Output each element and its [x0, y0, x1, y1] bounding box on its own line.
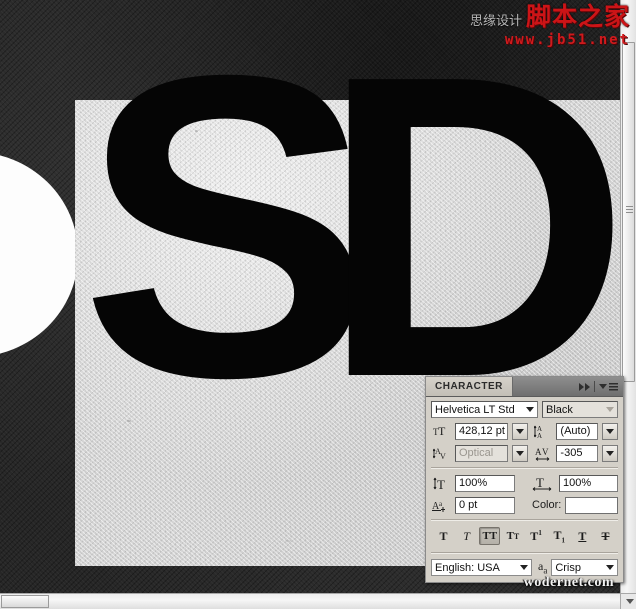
panel-divider-1 — [431, 467, 618, 469]
svg-text:T: T — [536, 476, 544, 490]
svg-text:a: a — [439, 500, 443, 508]
chevron-down-icon — [606, 450, 614, 456]
faux-italic-button[interactable]: T — [456, 527, 477, 545]
resize-grip-icon[interactable] — [626, 599, 634, 604]
faux-bold-button[interactable]: T — [433, 527, 454, 545]
horizontal-scale-icon: T — [529, 474, 555, 492]
baseline-color-row: A a 0 pt Color: — [431, 496, 618, 514]
horizontal-scrollbar-thumb[interactable] — [1, 595, 49, 608]
small-caps-button[interactable]: TT — [502, 527, 523, 545]
tab-character-label: CHARACTER — [435, 381, 503, 392]
scale-row: T 100% T 100% — [431, 474, 618, 492]
panel-divider-3 — [431, 552, 618, 554]
character-panel-body: Helvetica LT Std Black T T 428,12 pt A A… — [426, 397, 623, 582]
baseline-shift-input[interactable]: 0 pt — [455, 496, 515, 514]
superscript-button[interactable]: T1 — [526, 527, 547, 545]
letter-d-glyph: D — [320, 0, 631, 467]
size-leading-row: T T 428,12 pt A A (Auto) — [431, 422, 618, 440]
vertical-scrollbar-thumb[interactable] — [622, 42, 635, 382]
chevron-down-icon[interactable] — [606, 407, 614, 412]
type-style-buttons: T T TT TT T1 T1 T T — [431, 526, 618, 547]
language-input[interactable]: English: USA — [431, 559, 532, 576]
font-row: Helvetica LT Std Black — [431, 401, 618, 418]
tabbar-spacer — [513, 377, 579, 396]
baseline-shift-value: 0 pt — [459, 499, 478, 511]
kerning-tracking-row: A V Optical A V -305 — [431, 444, 618, 462]
kerning-value: Optical — [459, 447, 494, 459]
font-size-icon: T T — [431, 422, 451, 440]
character-panel-tabbar: CHARACTER — [426, 377, 623, 397]
kerning-dropdown-button[interactable] — [512, 444, 529, 462]
underline-button[interactable]: T — [572, 527, 593, 545]
language-antialias-row: English: USA aa Crisp — [431, 559, 618, 576]
panel-menu-lines-icon — [609, 382, 618, 391]
leading-icon: A A — [532, 422, 552, 440]
antialias-value: Crisp — [555, 561, 581, 574]
subscript-button[interactable]: T1 — [549, 527, 570, 545]
tracking-dropdown-button[interactable] — [602, 444, 618, 462]
font-size-dropdown-button[interactable] — [512, 422, 529, 440]
chevron-down-icon[interactable] — [526, 407, 534, 412]
vertical-scale-icon: T — [431, 474, 451, 492]
vertical-scale-value: 100% — [459, 477, 488, 489]
tracking-input[interactable]: -305 — [556, 444, 598, 462]
color-label: Color: — [532, 499, 562, 511]
chevron-down-icon[interactable] — [520, 565, 528, 570]
scrollbar-corner — [620, 593, 636, 609]
chevron-down-icon — [606, 428, 614, 434]
vertical-scale-input[interactable]: 100% — [455, 474, 515, 492]
svg-text:A: A — [535, 447, 542, 457]
svg-text:T: T — [438, 424, 446, 438]
font-size-value: 428,12 pt — [459, 425, 505, 437]
font-style-value: Black — [546, 403, 573, 416]
chevron-down-icon[interactable] — [606, 565, 614, 570]
tab-character[interactable]: CHARACTER — [426, 377, 513, 396]
kerning-icon: A V — [431, 444, 451, 462]
leading-dropdown-button[interactable] — [602, 422, 618, 440]
kerning-input[interactable]: Optical — [455, 444, 509, 462]
scrollbar-grip-icon — [626, 206, 633, 215]
chevron-down-icon — [516, 428, 525, 434]
svg-text:V: V — [440, 452, 446, 461]
font-style-input[interactable]: Black — [542, 401, 618, 418]
font-size-input[interactable]: 428,12 pt — [455, 422, 509, 440]
svg-text:T: T — [437, 477, 445, 491]
aa-icon: aa — [538, 559, 548, 576]
panel-menu-triangle-icon — [599, 384, 607, 389]
photoshop-window: S D CHARACTER Helvetica LT Std Black T T… — [0, 0, 636, 609]
tabbar-icons — [579, 377, 623, 396]
all-caps-button[interactable]: TT — [479, 527, 501, 545]
leading-input[interactable]: (Auto) — [556, 422, 598, 440]
font-family-input[interactable]: Helvetica LT Std — [431, 401, 538, 418]
svg-text:A: A — [537, 432, 542, 439]
antialias-input[interactable]: Crisp — [551, 559, 618, 576]
tabbar-divider — [594, 381, 595, 392]
panel-divider-2 — [431, 519, 618, 521]
strikethrough-button[interactable]: T — [595, 527, 616, 545]
tracking-icon: A V — [532, 444, 552, 462]
horizontal-scrollbar[interactable] — [0, 593, 636, 609]
double-right-arrow-icon[interactable] — [579, 382, 590, 391]
horizontal-scale-input[interactable]: 100% — [559, 474, 618, 492]
leading-value: (Auto) — [560, 425, 591, 437]
chevron-down-icon — [516, 450, 525, 456]
panel-menu-icon[interactable] — [599, 382, 618, 391]
font-family-value: Helvetica LT Std — [435, 403, 515, 416]
baseline-shift-icon: A a — [431, 496, 451, 514]
horizontal-scale-value: 100% — [563, 477, 592, 489]
character-panel[interactable]: CHARACTER Helvetica LT Std Black T T 428… — [425, 376, 624, 583]
svg-text:V: V — [542, 447, 549, 457]
tracking-value: -305 — [560, 447, 583, 459]
text-color-swatch[interactable] — [565, 496, 618, 514]
language-value: English: USA — [435, 561, 500, 574]
